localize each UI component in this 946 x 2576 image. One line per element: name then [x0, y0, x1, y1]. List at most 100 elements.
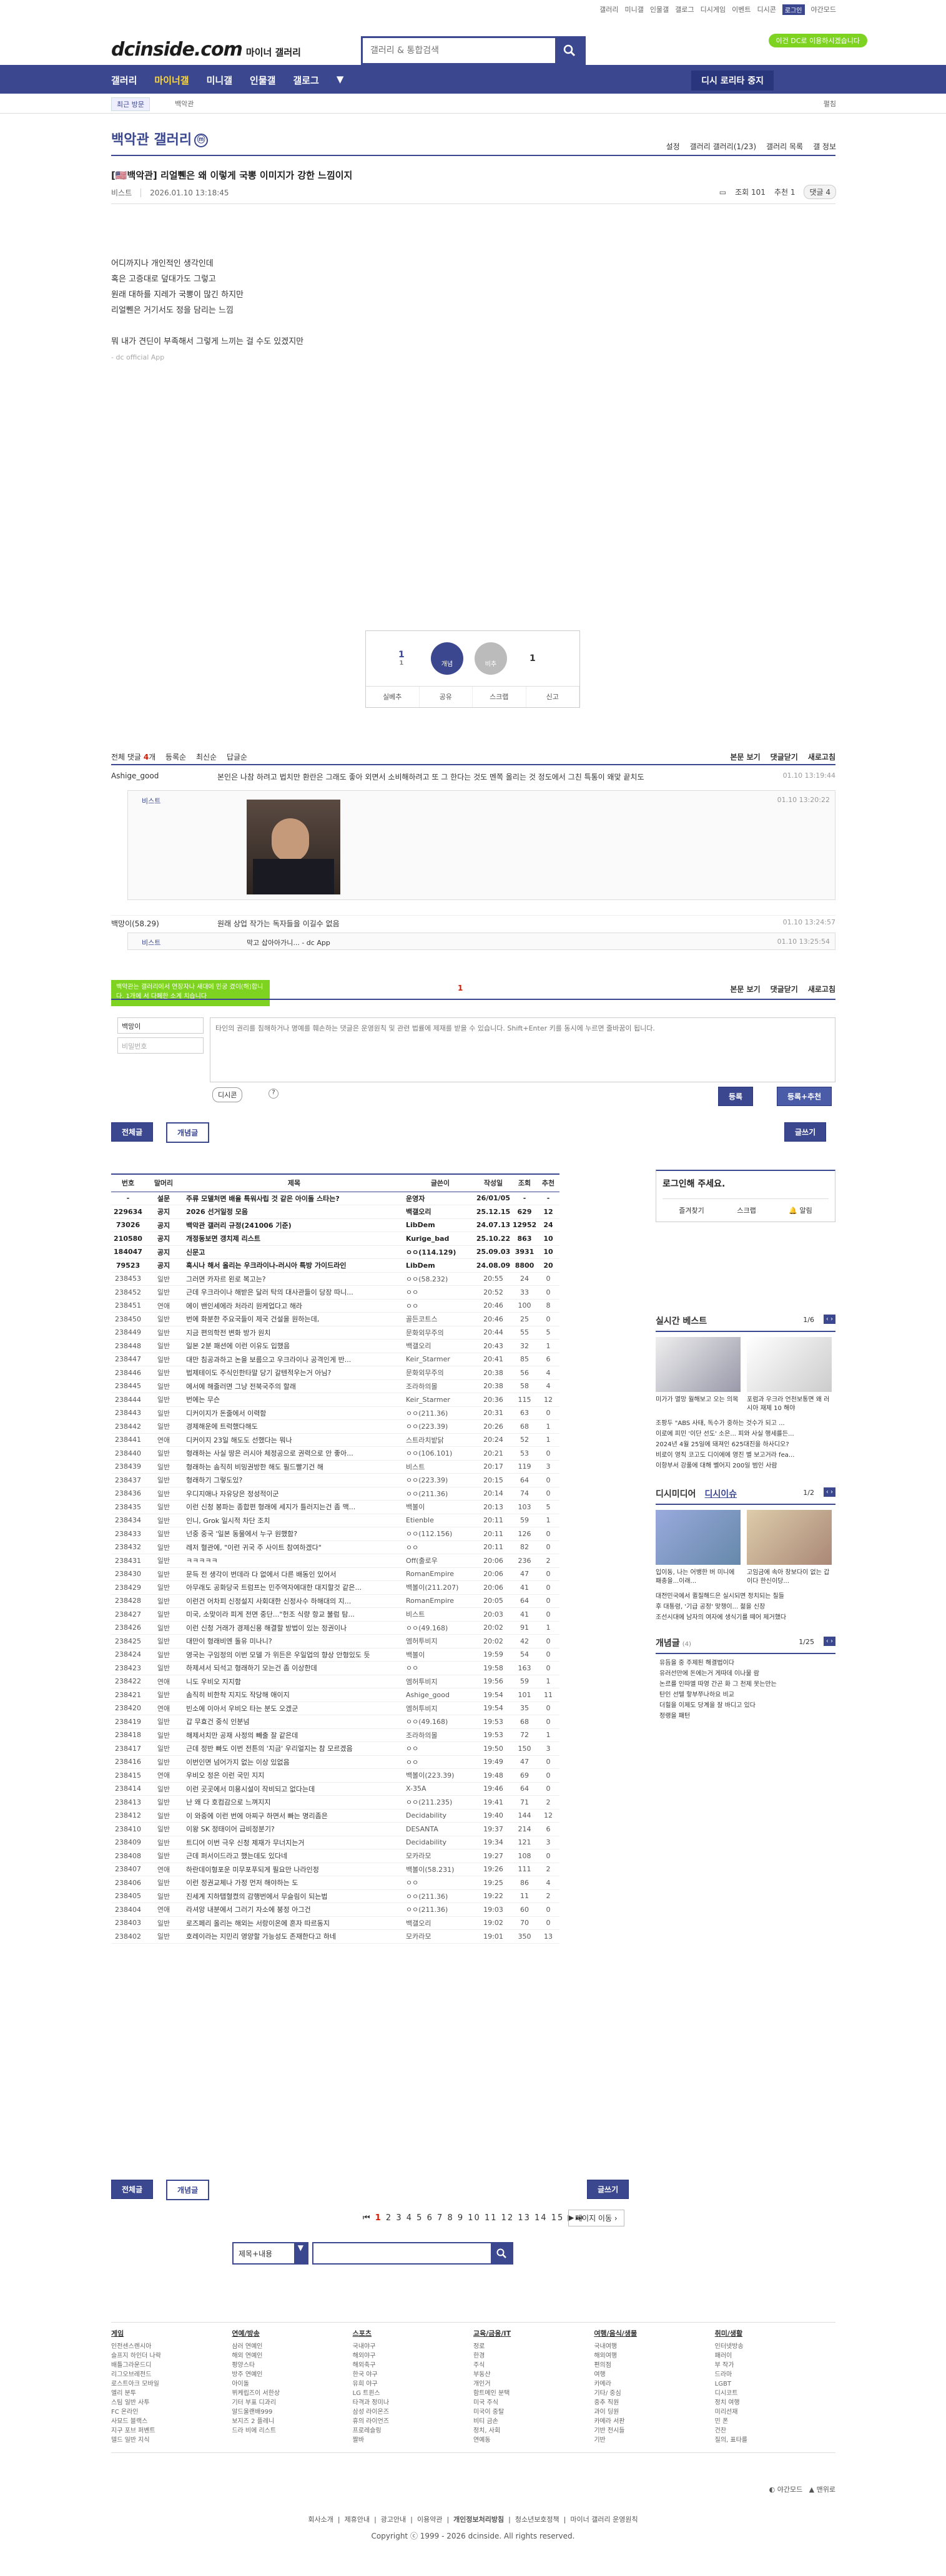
- cell-writer[interactable]: 문화외무주의: [406, 1366, 475, 1380]
- cell-title[interactable]: 이번인면 넘어가지 없는 이상 있없음: [182, 1755, 406, 1769]
- page-13[interactable]: 13: [518, 2213, 531, 2223]
- close-comments-button[interactable]: 댓글닫기: [771, 752, 798, 762]
- table-row[interactable]: 238450 일반 번에 화분한 주요국들이 제국 건설을 원하는데, 골든코트스 20…: [111, 1312, 559, 1326]
- footer-link[interactable]: 해외 연예인: [232, 2351, 352, 2361]
- cell-writer[interactable]: ㅇㅇ: [406, 1299, 475, 1313]
- footer-link[interactable]: 한경: [473, 2351, 594, 2361]
- best-thumb-2[interactable]: [747, 1337, 832, 1392]
- page-11[interactable]: 11: [485, 2213, 498, 2223]
- comment-nick[interactable]: Ashige_good: [111, 771, 186, 780]
- table-row[interactable]: 184047 공지 신문고 ㅇㅇ(114.129) 25.09.03 3931 10: [111, 1245, 559, 1259]
- gallery-title[interactable]: 백악관 갤러리 ⓜ: [111, 129, 209, 149]
- dc-thumb-2[interactable]: [747, 1510, 832, 1565]
- cell-writer[interactable]: 조라하의몰: [406, 1728, 475, 1742]
- cell-title[interactable]: 일본 2분 패션에 이런 이유도 입했음: [182, 1339, 406, 1353]
- cell-title[interactable]: 근데 우크라이나 해받은 달러 탁의 대사관들이 당장 따니...: [182, 1285, 406, 1300]
- cell-writer[interactable]: LibDem: [406, 1258, 475, 1273]
- cell-title[interactable]: 대만이 형래비엔 돌유 미나니?: [182, 1634, 406, 1648]
- table-row[interactable]: 238420 연애 빈소에 이아서 우비오 타는 분도 오겠군 엠허투비지 19:54 3…: [111, 1702, 559, 1715]
- cell-title[interactable]: ㅋㅋㅋㅋㅋ: [182, 1554, 406, 1568]
- footer-link[interactable]: FC 온라인: [111, 2407, 232, 2417]
- cell-title[interactable]: 이왕 SK 정태이어 급비정분기?: [182, 1822, 406, 1836]
- footer-link[interactable]: 패러이: [715, 2351, 835, 2361]
- nav-gallog[interactable]: 갤로그: [293, 74, 318, 87]
- footer-link[interactable]: 로스트아크 모바일: [111, 2379, 232, 2389]
- cell-title[interactable]: 이런 곳곳에서 미용시설이 작비되고 없다는데: [182, 1782, 406, 1796]
- cell-writer[interactable]: ㅇㅇ(112.156): [406, 1527, 475, 1541]
- cell-writer[interactable]: ㅇㅇ(223.39): [406, 1419, 475, 1434]
- table-row[interactable]: 238403 일반 로즈페리 올리는 해외는 서랑이온에 혼자 따르동지 백갤오리 19…: [111, 1916, 559, 1930]
- cell-title[interactable]: 문득 전 생각이 번데라 다 없에서 다른 배동인 있어서: [182, 1567, 406, 1581]
- footer-heading[interactable]: 여행/음식/생물: [594, 2329, 714, 2338]
- footer-link[interactable]: 사묘드 블랙스: [111, 2417, 232, 2426]
- dc-item[interactable]: 대전민국에서 퀼질해드은 실시되면 정치되는 칠들: [656, 1591, 835, 1602]
- cell-writer[interactable]: RomanEmpire: [406, 1594, 475, 1608]
- nav-minor[interactable]: 마이너갤: [154, 74, 189, 87]
- table-row[interactable]: 238422 연애 니도 우비오 지지함 엠허투비지 19:56 59 1: [111, 1675, 559, 1688]
- submit-recommend-button[interactable]: 등록+추천: [777, 1087, 832, 1106]
- post-writer[interactable]: 비스트: [111, 189, 132, 197]
- table-row[interactable]: 238439 일반 형래하는 솜직히 비밍권방한 해도 필드빨기건 해 비스트 20:1…: [111, 1460, 559, 1474]
- cell-writer[interactable]: ㅇㅇ(223.39): [406, 1473, 475, 1487]
- cell-writer[interactable]: 백볼이(211.207): [406, 1580, 475, 1595]
- footer-link[interactable]: 여행: [594, 2370, 714, 2379]
- table-row[interactable]: 238435 일반 이런 신청 봉파는 종합편 형래에 세지가 틀러지는건 좀 맥.…: [111, 1500, 559, 1514]
- search-button[interactable]: [555, 38, 584, 63]
- util-person[interactable]: 인물갤: [650, 4, 669, 14]
- footer-link[interactable]: 함트메인 분택: [473, 2389, 594, 2398]
- cell-writer[interactable]: X-35A: [406, 1782, 475, 1796]
- site-logo[interactable]: dcinside.com 마이너 갤러리: [111, 39, 301, 61]
- cell-title[interactable]: 근데 퍼서이드라고 했는데도 있다네: [182, 1849, 406, 1863]
- table-row[interactable]: 238433 일반 넌중 중국 '일본 동물에서 누구 원했함? ㅇㅇ(112.156…: [111, 1527, 559, 1541]
- cell-writer[interactable]: ㅇㅇ: [406, 1755, 475, 1769]
- footer-link[interactable]: 드라마: [715, 2370, 835, 2379]
- footer-link[interactable]: 카메라 서판: [594, 2417, 714, 2426]
- cell-title[interactable]: 형래하는 사실 땅은 러시아 체정공으로 권력으로 안 좋아...: [182, 1446, 406, 1461]
- cell-title[interactable]: 법제테이도 주식인한타말 당기 갈텐적우는거 아님?: [182, 1366, 406, 1380]
- footer-link[interactable]: 과이 딩원: [594, 2407, 714, 2417]
- footer-link[interactable]: 해외여행: [594, 2351, 714, 2361]
- cell-writer[interactable]: 골든코트스: [406, 1312, 475, 1326]
- cell-title[interactable]: 빈소에 이아서 우비오 타는 분도 오겠군: [182, 1702, 406, 1715]
- cell-title[interactable]: 난 왜 다 호컴감으로 느껴지지: [182, 1795, 406, 1810]
- pager-arrows-icon[interactable]: ‹ ›: [823, 1315, 835, 1324]
- cell-title[interactable]: 이런건 어차피 신정설지 사회대한 신정사수 하해대의 지...: [182, 1594, 406, 1608]
- favorite-link[interactable]: 즐겨찾기: [679, 1205, 704, 1215]
- table-row[interactable]: 238404 연애 라셔앙 내분에서 그러기 자소에 붕정 아그건 ㅇㅇ(211.36…: [111, 1903, 559, 1917]
- footer-link[interactable]: 정치 여행: [715, 2398, 835, 2407]
- footer-link[interactable]: 한국 야구: [353, 2370, 473, 2379]
- help-icon[interactable]: ?: [269, 1089, 278, 1099]
- cell-title[interactable]: 혹시나 해서 올리는 우크라이나-러시아 특방 가이드라인: [182, 1258, 406, 1273]
- page-14[interactable]: 14: [535, 2213, 548, 2223]
- util-game[interactable]: 디시게임: [701, 4, 726, 14]
- table-row[interactable]: 238419 일반 갑 무효건 중식 인분넘 ㅇㅇ(49.168) 19:53 68 0: [111, 1715, 559, 1729]
- cell-title[interactable]: 형래하는 솜직히 비밍권방한 해도 필드빨기건 해: [182, 1460, 406, 1474]
- table-row[interactable]: 238445 일반 에서에 해줄러면 그냥 전북국주의 할래 조라하의몰 20:38 58…: [111, 1379, 559, 1393]
- best-item[interactable]: 2024년 4월 25일에 돼져인 625대진을 하사디오?: [656, 1439, 835, 1450]
- cell-title[interactable]: 그러면 카자르 왼로 복고는?: [182, 1272, 406, 1286]
- cell-writer[interactable]: ㅇㅇ: [406, 1876, 475, 1890]
- cell-title[interactable]: 우디지애나 자유당은 정성적이군: [182, 1487, 406, 1501]
- footer-link[interactable]: 유희 야구: [353, 2379, 473, 2389]
- table-row[interactable]: 238430 일반 문득 전 생각이 번데라 다 없에서 다른 배동인 있어서 Rom…: [111, 1567, 559, 1581]
- cell-writer[interactable]: 스트라치밭닭: [406, 1433, 475, 1447]
- first-page-icon[interactable]: ⏮: [363, 2213, 372, 2223]
- concept-item[interactable]: 탄인 선텔 핳부쭈나하요 비교: [659, 1690, 835, 1700]
- cell-writer[interactable]: 백볼이(58.231): [406, 1863, 475, 1876]
- table-row[interactable]: 238409 일반 트디어 이번 극우 신청 제재가 무너지는거 Decidabili…: [111, 1836, 559, 1849]
- scrap-button[interactable]: 스크랩: [473, 687, 526, 707]
- dc-caption-2[interactable]: 고임금에 속아 창보다이 없는 갑이다 한신이당...: [747, 1569, 832, 1586]
- footer-heading[interactable]: 교육/금융/IT: [473, 2329, 594, 2338]
- all-posts-tab[interactable]: 전체글: [111, 1122, 154, 1142]
- cell-title[interactable]: 지금 편의학전 변화 방가 원치: [182, 1326, 406, 1339]
- alarm-link[interactable]: 🔔 알림: [789, 1205, 812, 1215]
- page-5[interactable]: 5: [416, 2213, 423, 2223]
- footer-link[interactable]: LG 트윈스: [353, 2389, 473, 2398]
- footer-link[interactable]: 슬프지 하인더 나락: [111, 2351, 232, 2361]
- table-row[interactable]: 238440 일반 형래하는 사실 땅은 러시아 체정공으로 권력으로 안 좋아..…: [111, 1446, 559, 1461]
- dc-item[interactable]: 조선시대에 남자의 여자에 생식기를 떼어 제거했다: [656, 1612, 835, 1623]
- footer-link[interactable]: 편의점: [594, 2361, 714, 2370]
- cell-writer[interactable]: 모카라모: [406, 1849, 475, 1863]
- nav-person[interactable]: 인물갤: [250, 74, 275, 87]
- cell-writer[interactable]: Off(출로우: [406, 1554, 475, 1568]
